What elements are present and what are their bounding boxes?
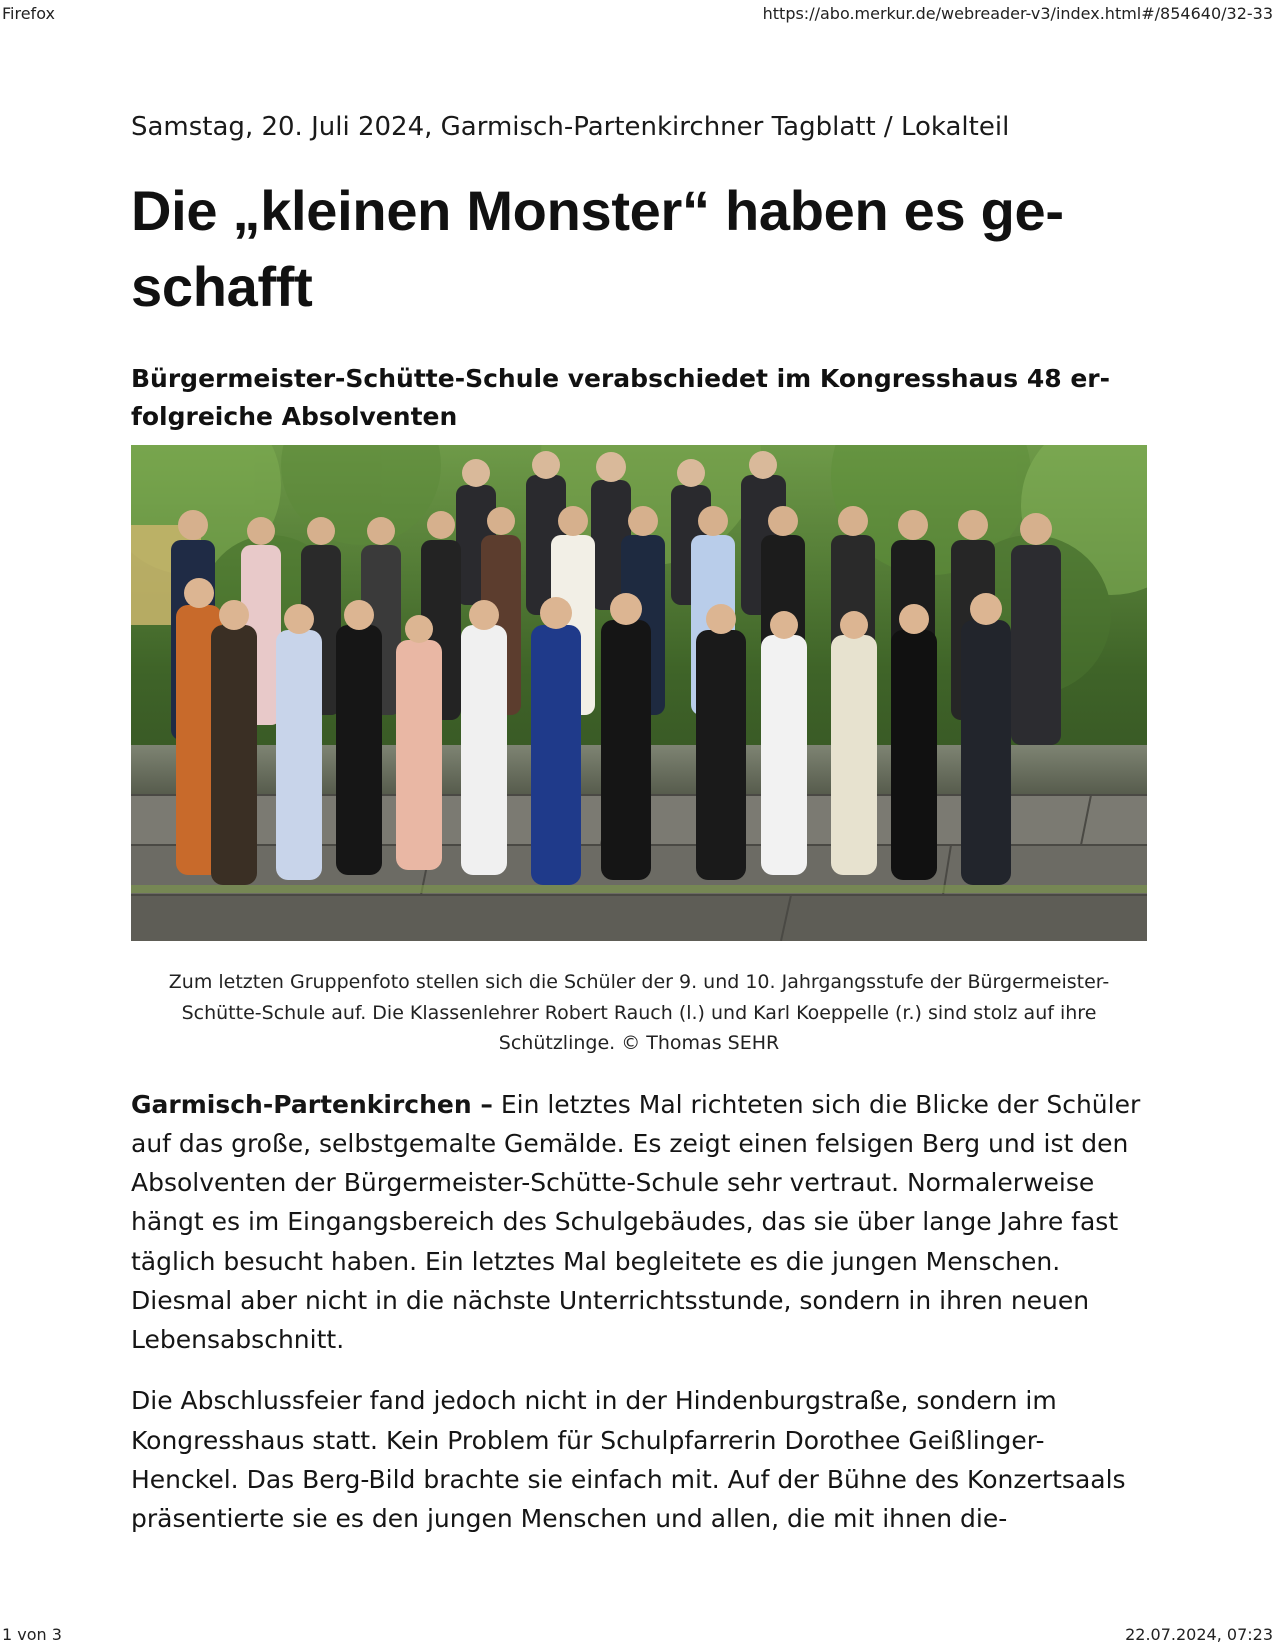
print-header: Firefox https://abo.merkur.de/webreader-… <box>0 4 1275 23</box>
paragraph-1-lead: Garmisch-Partenkirchen – <box>131 1089 493 1119</box>
print-timestamp: 22.07.2024, 07:23 <box>1125 1625 1273 1644</box>
print-footer: 1 von 3 22.07.2024, 07:23 <box>0 1625 1275 1644</box>
group-photo-illustration <box>131 445 1147 942</box>
article-body: Garmisch-Partenkirchen – Ein letztes Mal… <box>131 1085 1147 1539</box>
paragraph-2: Die Abschlussfeier fand jedoch nicht in … <box>131 1386 1126 1534</box>
page-url[interactable]: https://abo.merkur.de/webreader-v3/index… <box>763 4 1273 23</box>
browser-name: Firefox <box>2 4 55 23</box>
subheadline: Bürgermeister-Schütte-Schule verabschied… <box>131 364 1110 431</box>
headline: Die „kleinen Monster“ haben es ge­schaff… <box>131 179 1065 318</box>
group-photo <box>131 445 1147 942</box>
page-indicator: 1 von 3 <box>2 1625 62 1644</box>
photo-caption: Zum letzten Gruppenfoto stellen sich die… <box>168 971 1110 1055</box>
article: Samstag, 20. Juli 2024, Garmisch-Partenk… <box>131 112 1147 1538</box>
paragraph-1-text: Ein letztes Mal richteten sich die Blick… <box>131 1089 1141 1355</box>
paragraph-1: Garmisch-Partenkirchen – Ein letztes Mal… <box>131 1085 1147 1360</box>
dateline: Samstag, 20. Juli 2024, Garmisch-Partenk… <box>131 112 1010 142</box>
